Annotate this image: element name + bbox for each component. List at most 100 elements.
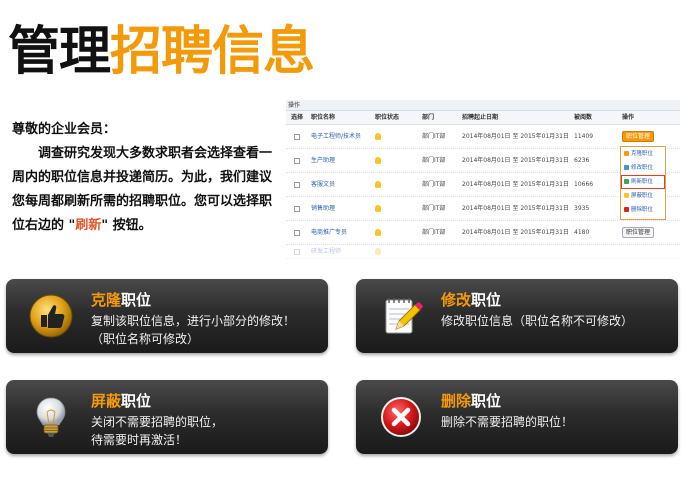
menu-item-refresh-label: 刷新职位 [631, 179, 654, 185]
menu-item-refresh[interactable]: 刷新职位 [621, 175, 665, 189]
card-edit-job: 修改职位 修改职位信息（职位名称不可修改） [356, 279, 678, 353]
row-checkbox[interactable] [294, 205, 300, 212]
row-dept: 部门IT部 [422, 229, 446, 236]
job-manage-menu: 克隆职位 修改职位 刷新职位 屏蔽职位 删除职位 [620, 146, 666, 220]
delete-icon [624, 207, 629, 212]
menu-item-edit-label: 修改职位 [631, 165, 654, 171]
intro-text: 尊敬的企业会员： 调查研究发现大多数求职者会选择查看一周内的职位信息并投递简历。… [12, 118, 274, 238]
row-views: 11409 [574, 133, 594, 140]
header-views: 被阅数 [574, 114, 593, 121]
refresh-icon [624, 179, 629, 184]
status-bulb-icon [375, 205, 381, 212]
status-bulb-icon [375, 181, 381, 188]
header-dates: 招聘起止日期 [462, 114, 499, 121]
job-manage-button[interactable]: 职位管理 [622, 227, 655, 238]
status-bulb-icon [375, 229, 381, 236]
menu-item-edit[interactable]: 修改职位 [621, 161, 665, 175]
menu-item-delete[interactable]: 删除职位 [621, 203, 665, 217]
card-edit-line1: 修改职位信息（职位名称不可修改） [441, 314, 634, 328]
row-dates: 2014年08月01日 至 2015年01月31日 [462, 133, 569, 140]
thumbs-up-icon [29, 294, 73, 338]
edit-icon [624, 165, 629, 170]
card-clone-line2: （职位名称可修改） [91, 332, 200, 346]
clone-icon [624, 151, 629, 156]
row-job-name[interactable]: 电商推广专员 [308, 221, 372, 244]
menu-item-delete-label: 删除职位 [631, 207, 654, 213]
table-header: 选择 职位名称 职位状态 部门 招聘起止日期 被阅数 操作 [286, 111, 680, 125]
row-checkbox[interactable] [294, 248, 300, 255]
card-block-desc: 关闭不需要招聘的职位， 待需要时再激活！ [91, 413, 223, 449]
block-icon [624, 193, 629, 198]
table-row: 研发工程师 [286, 245, 680, 259]
header-job-name: 职位名称 [311, 114, 336, 121]
table-row: 电商推广专员 部门IT部 2014年08月01日 至 2015年01月31日 4… [286, 221, 680, 245]
row-views: 3935 [574, 205, 590, 212]
card-clone-desc: 复制该职位信息，进行小部分的修改！ （职位名称可修改） [91, 312, 295, 348]
row-dept: 部门IT部 [422, 133, 446, 140]
row-job-name[interactable]: 客服文员 [308, 173, 372, 196]
row-views: 10666 [574, 181, 594, 188]
status-bulb-icon [375, 248, 381, 255]
row-dept: 部门IT部 [422, 157, 446, 164]
row-dates: 2014年08月01日 至 2015年01月31日 [462, 181, 569, 188]
lightbulb-icon [36, 397, 66, 437]
header-dept: 部门 [422, 114, 435, 121]
card-delete-desc: 删除不需要招聘的职位！ [441, 413, 573, 431]
card-delete-line1: 删除不需要招聘的职位！ [441, 415, 574, 429]
status-bulb-icon [375, 133, 381, 140]
row-dates: 2014年08月01日 至 2015年01月31日 [462, 157, 569, 164]
row-dept: 部门IT部 [422, 181, 446, 188]
row-dept: 部门IT部 [422, 205, 446, 212]
header-select: 选择 [290, 114, 303, 121]
row-job-name[interactable]: 电子工程师/技术员 [308, 125, 372, 148]
intro-para-highlight: 刷新 [75, 218, 102, 233]
row-checkbox[interactable] [294, 157, 300, 164]
card-delete-title-hl: 删除 [441, 392, 472, 410]
card-block-line2: 待需要时再激活！ [91, 433, 188, 447]
card-edit-desc: 修改职位信息（职位名称不可修改） [441, 312, 633, 330]
card-delete-job: 删除职位 删除不需要招聘的职位！ [356, 380, 678, 454]
job-table-screenshot: 操作 选择 职位名称 职位状态 部门 招聘起止日期 被阅数 操作 电子工程师/技… [286, 100, 680, 268]
row-checkbox[interactable] [294, 181, 300, 188]
header-job-status: 职位状态 [375, 114, 400, 121]
card-edit-title: 修改职位 [441, 289, 501, 311]
card-block-title-rest: 职位 [121, 392, 152, 410]
menu-item-clone-label: 克隆职位 [631, 151, 654, 157]
card-delete-title-rest: 职位 [471, 392, 502, 410]
row-checkbox[interactable] [294, 229, 300, 236]
card-delete-title: 删除职位 [441, 390, 501, 412]
card-clone-title-rest: 职位 [121, 291, 152, 309]
header-ops: 操作 [622, 114, 635, 121]
row-job-name[interactable]: 研发工程师 [308, 245, 372, 258]
intro-paragraph: 调查研究发现大多数求职者会选择查看一周内的职位信息并投递简历。为此，我们建议您每… [12, 142, 274, 238]
row-views: 6236 [574, 157, 590, 164]
row-job-name[interactable]: 销售助理 [308, 197, 372, 220]
menu-item-block-label: 屏蔽职位 [631, 193, 654, 199]
status-bulb-icon [375, 157, 381, 164]
notepad-pencil-icon [385, 298, 423, 334]
red-x-icon [381, 397, 421, 437]
intro-para-after: " 按钮。 [101, 218, 152, 233]
card-clone-title-hl: 克隆 [91, 291, 122, 309]
row-dates: 2014年08月01日 至 2015年01月31日 [462, 229, 569, 236]
row-dates: 2014年08月01日 至 2015年01月31日 [462, 205, 569, 212]
page-title: 管理招聘信息 [8, 22, 315, 82]
title-part1: 管理 [8, 22, 111, 82]
row-checkbox[interactable] [294, 133, 300, 140]
card-block-title: 屏蔽职位 [91, 390, 151, 412]
menu-item-clone[interactable]: 克隆职位 [621, 147, 665, 161]
title-part2: 招聘信息 [110, 22, 315, 82]
card-clone-job: 克隆职位 复制该职位信息，进行小部分的修改！ （职位名称可修改） [6, 279, 328, 353]
card-edit-title-rest: 职位 [471, 291, 502, 309]
card-edit-title-hl: 修改 [441, 291, 472, 309]
table-ops-label: 操作 [286, 100, 680, 111]
intro-salutation: 尊敬的企业会员： [12, 122, 117, 137]
card-clone-line1: 复制该职位信息，进行小部分的修改！ [91, 314, 296, 328]
row-views: 4180 [574, 229, 590, 236]
job-manage-button[interactable]: 职位管理 [622, 131, 655, 142]
card-block-line1: 关闭不需要招聘的职位， [91, 415, 224, 429]
card-block-title-hl: 屏蔽 [91, 392, 122, 410]
card-block-job: 屏蔽职位 关闭不需要招聘的职位， 待需要时再激活！ [6, 380, 328, 454]
menu-item-block[interactable]: 屏蔽职位 [621, 189, 665, 203]
row-job-name[interactable]: 生产助理 [308, 149, 372, 172]
